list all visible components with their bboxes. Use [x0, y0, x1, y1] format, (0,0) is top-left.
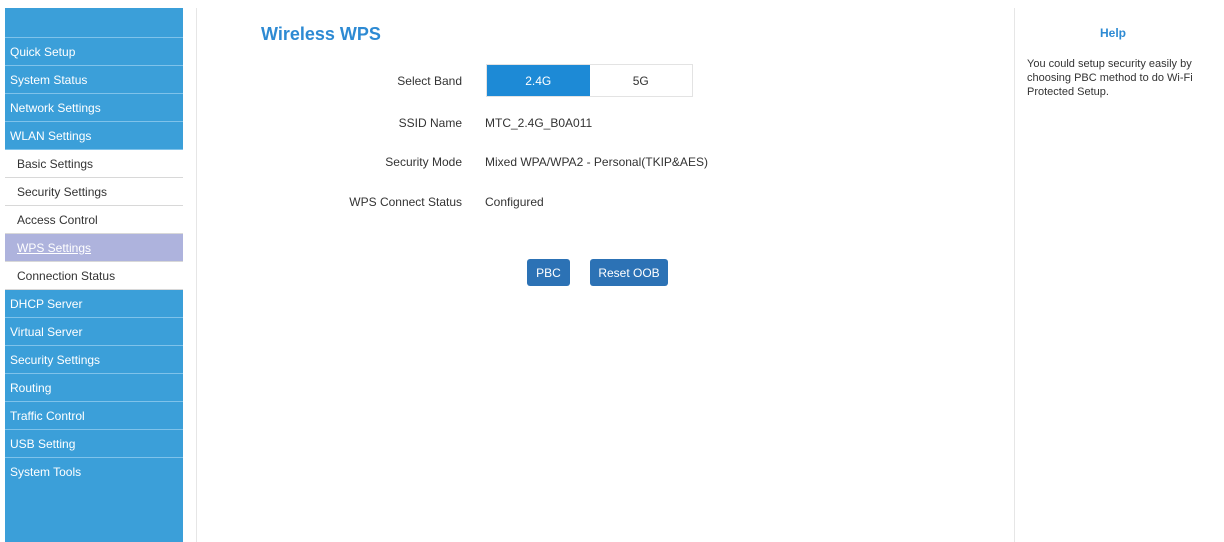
sidebar-header: [5, 8, 183, 38]
sidebar-item-routing[interactable]: Routing: [5, 374, 183, 402]
band-selector: 2.4G 5G: [486, 64, 693, 97]
security-mode-value: Mixed WPA/WPA2 - Personal(TKIP&AES): [485, 155, 708, 169]
sidebar-item-system-status[interactable]: System Status: [5, 66, 183, 94]
sidebar-subitem-connection-status[interactable]: Connection Status: [5, 262, 183, 290]
wps-status-label: WPS Connect Status: [349, 195, 462, 209]
band-option-2-4g[interactable]: 2.4G: [487, 65, 590, 96]
sidebar-subitem-access-control[interactable]: Access Control: [5, 206, 183, 234]
sidebar-item-security-settings[interactable]: Security Settings: [5, 346, 183, 374]
ssid-label: SSID Name: [398, 116, 462, 130]
sidebar-subitem-wps-settings[interactable]: WPS Settings: [5, 234, 183, 262]
ssid-value: MTC_2.4G_B0A011: [485, 116, 593, 130]
pbc-button[interactable]: PBC: [527, 259, 570, 286]
sidebar-item-dhcp-server[interactable]: DHCP Server: [5, 290, 183, 318]
content-divider-left: [196, 8, 197, 542]
sidebar: Quick Setup System Status Network Settin…: [5, 8, 183, 542]
sidebar-item-traffic-control[interactable]: Traffic Control: [5, 402, 183, 430]
band-option-5g[interactable]: 5G: [589, 65, 692, 96]
reset-oob-button[interactable]: Reset OOB: [590, 259, 668, 286]
sidebar-subitem-basic-settings[interactable]: Basic Settings: [5, 150, 183, 178]
select-band-label: Select Band: [397, 74, 462, 88]
page-title: Wireless WPS: [261, 24, 381, 44]
sidebar-item-system-tools[interactable]: System Tools: [5, 458, 183, 486]
content-divider-right: [1014, 8, 1015, 542]
sidebar-item-usb-setting[interactable]: USB Setting: [5, 430, 183, 458]
sidebar-item-wlan-settings[interactable]: WLAN Settings: [5, 122, 183, 150]
help-title: Help: [1100, 26, 1127, 40]
help-text: You could setup security easily by choos…: [1027, 58, 1193, 98]
sidebar-item-network-settings[interactable]: Network Settings: [5, 94, 183, 122]
sidebar-item-virtual-server[interactable]: Virtual Server: [5, 318, 183, 346]
wps-status-value: Configured: [485, 195, 544, 209]
sidebar-subitem-security-settings[interactable]: Security Settings: [5, 178, 183, 206]
security-mode-label: Security Mode: [385, 155, 462, 169]
sidebar-item-quick-setup[interactable]: Quick Setup: [5, 38, 183, 66]
